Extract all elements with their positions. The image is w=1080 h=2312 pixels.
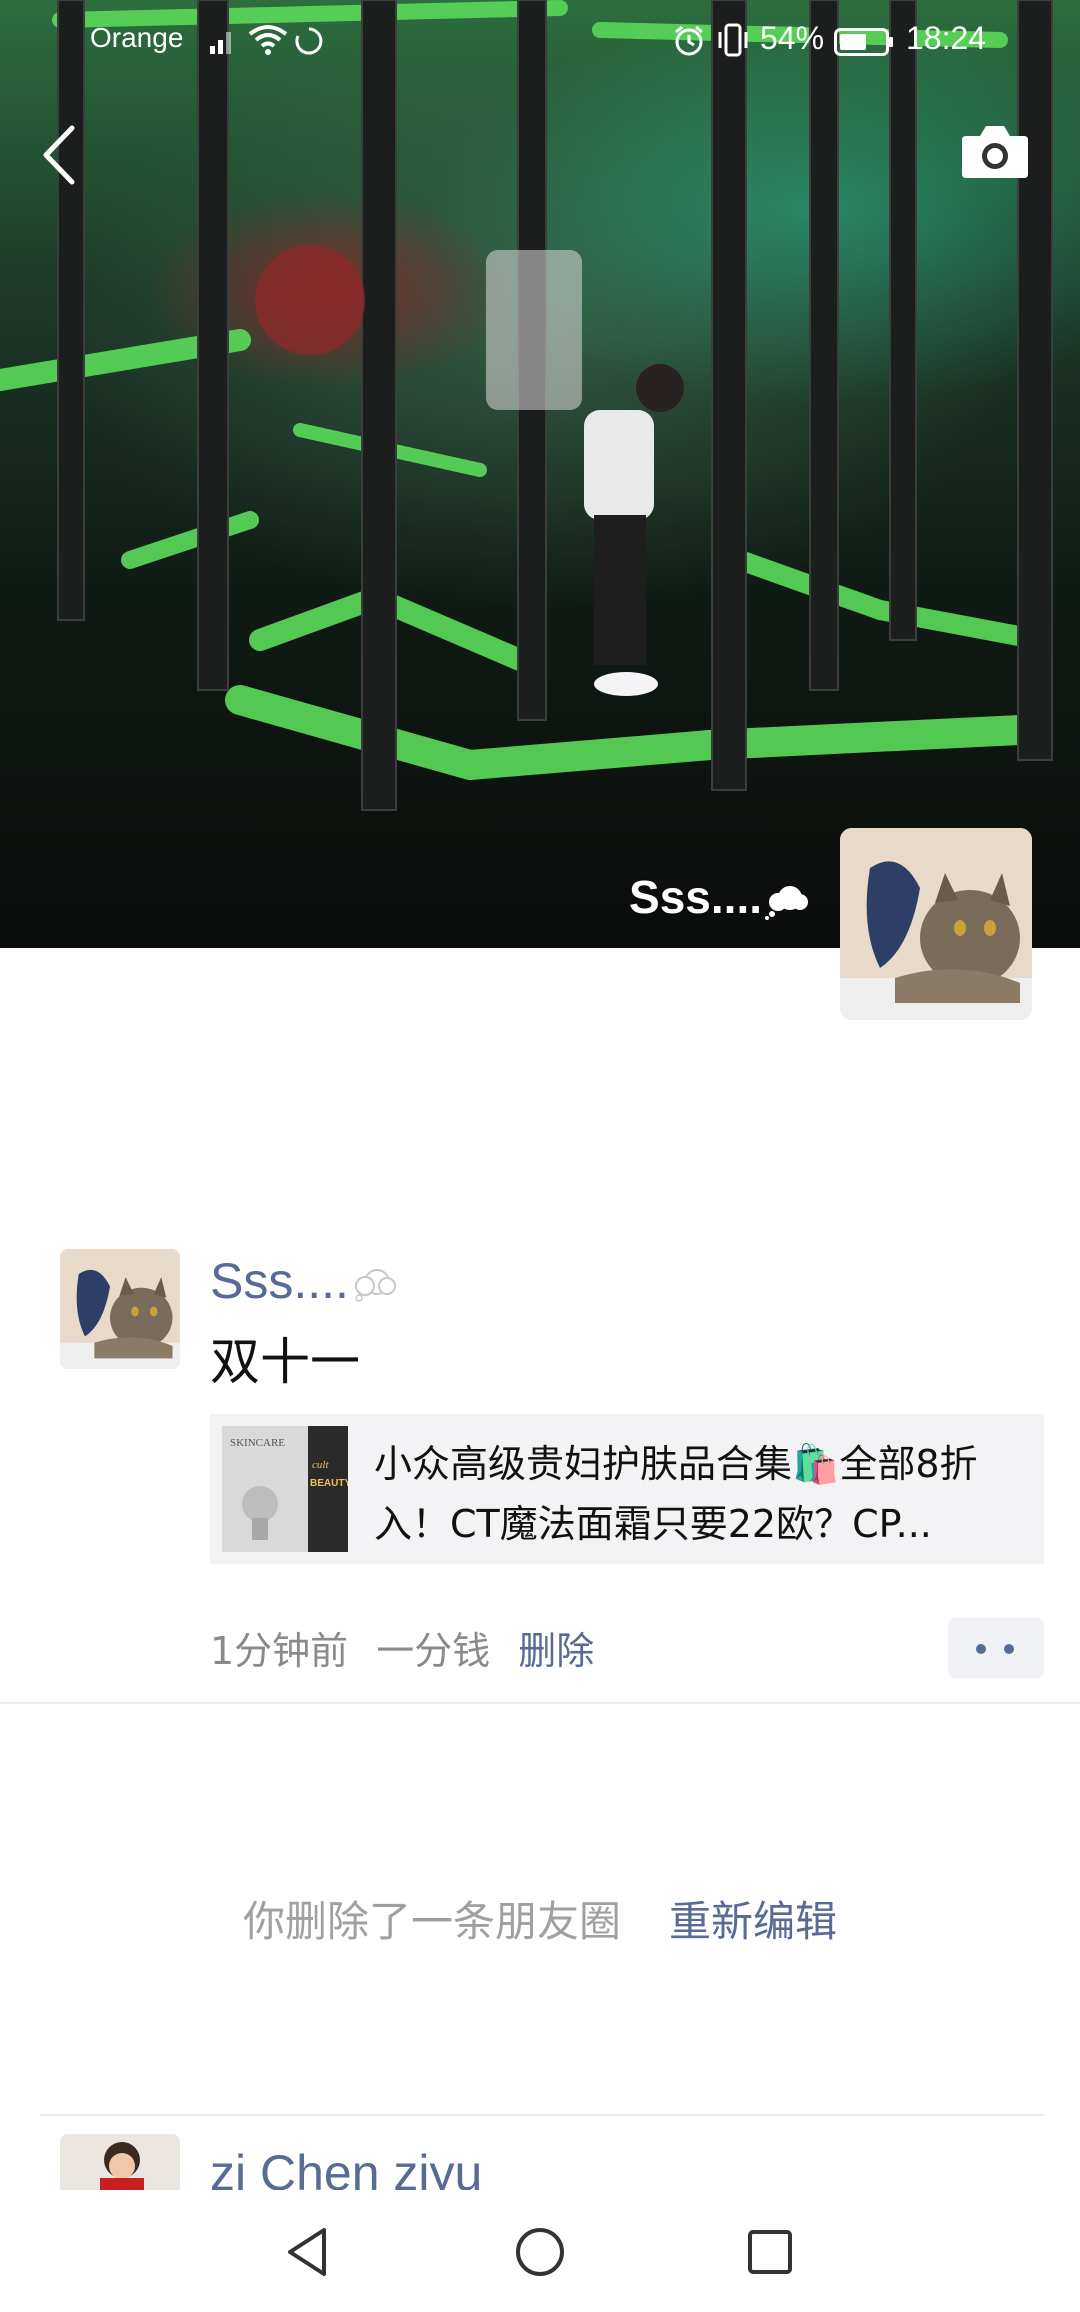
cover-photo-illustration (0, 0, 1053, 811)
thought-bubble-icon (765, 885, 808, 920)
link-thumb-text-2: cult (312, 1459, 329, 1471)
clock: 18:24 (906, 20, 987, 56)
shared-link-card[interactable]: SKINCARE cult BEAUTY 小众高级贵妇护肤品合集🛍️全部8折入！… (210, 1414, 1044, 1564)
sync-icon (295, 27, 323, 55)
status-bar: Orange 54% 18:24 (0, 0, 1080, 84)
post-author-name[interactable]: Sss.... (210, 1252, 397, 1310)
post-author-avatar[interactable] (60, 1249, 180, 1369)
signal-icon (210, 32, 231, 54)
battery-percent: 54% (760, 20, 825, 56)
post-author-name-text: Sss.... (210, 1253, 349, 1309)
person-avatar-image (60, 2134, 180, 2190)
nav-back-icon[interactable] (276, 2220, 340, 2284)
nav-recents-icon[interactable] (738, 2220, 802, 2284)
thought-bubble-icon (354, 1268, 396, 1302)
cover-user-name[interactable]: Sss.... (629, 870, 810, 924)
battery-icon (834, 28, 893, 56)
post-tag: 一分钱 (376, 1629, 491, 1673)
divider (0, 1702, 1080, 1704)
more-dot-icon (976, 1644, 986, 1654)
deleted-notice: 你删除了一条朋友圈 重新编辑 (0, 1888, 1080, 1949)
post-time: 1分钟前 (210, 1629, 349, 1673)
nav-home-icon[interactable] (508, 2220, 572, 2284)
link-thumb-text-1: SKINCARE (230, 1437, 285, 1449)
cover-avatar[interactable] (840, 828, 1032, 1020)
link-thumb-text-3: BEAUTY (310, 1478, 348, 1489)
delete-button[interactable]: 删除 (518, 1629, 594, 1673)
link-thumbnail: SKINCARE cult BEAUTY (222, 1426, 348, 1552)
cat-avatar-image (60, 1249, 180, 1369)
more-dot-icon (1004, 1644, 1014, 1654)
carrier-label: Orange (90, 22, 184, 53)
post-text: 双十一 (210, 1333, 360, 1391)
camera-icon[interactable] (960, 122, 1030, 180)
system-nav-bar (0, 2190, 1080, 2312)
cover-photo[interactable] (0, 0, 1080, 948)
next-post-author[interactable]: zi Chen ziyu (210, 2144, 482, 2190)
cat-avatar-image (840, 828, 1032, 1020)
chevron-left-icon[interactable] (34, 120, 84, 190)
re-edit-button[interactable]: 重新编辑 (669, 1897, 837, 1946)
vibrate-icon (718, 23, 748, 57)
link-thumbnail-image: SKINCARE cult BEAUTY (222, 1426, 348, 1552)
deleted-message: 你删除了一条朋友圈 (242, 1897, 621, 1946)
more-actions-button[interactable] (948, 1618, 1044, 1678)
post-meta: 1分钟前 一分钱 删除 (210, 1620, 622, 1675)
alarm-icon (675, 25, 703, 56)
divider (40, 2114, 1044, 2116)
link-title: 小众高级贵妇护肤品合集🛍️全部8折入！CT魔法面霜只要22欧？CP... (374, 1442, 978, 1546)
wifi-icon (248, 25, 288, 55)
cover-user-name-text: Sss.... (629, 871, 762, 923)
next-post-avatar[interactable] (60, 2134, 180, 2190)
